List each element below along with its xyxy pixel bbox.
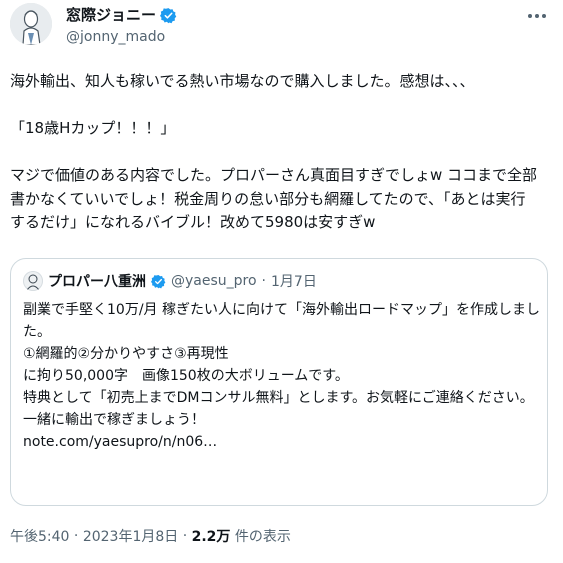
quoted-date: 1月7日 (271, 274, 317, 290)
tweet-time[interactable]: 午後5:40 (10, 526, 69, 546)
quoted-user-display-name: プロパー八重洲 (48, 274, 146, 290)
quoted-tweet-text: 副業で手堅く10万/月 稼ぎたい人に向けて「海外輸出ロードマップ」を作成しました… (23, 302, 540, 450)
more-options-icon[interactable] (525, 6, 549, 26)
user-display-name[interactable]: 窓際ジョニー (66, 6, 156, 24)
view-count: 2.2万 (191, 529, 231, 545)
tweet-meta: 午後5:40 · 2023年1月8日 · 2.2万 件の表示 (10, 526, 291, 546)
quoted-user-handle: @yaesu_pro (171, 273, 257, 289)
meta-separator: · (178, 528, 192, 544)
avatar-illustration-icon (10, 3, 52, 45)
quoted-tweet[interactable]: プロパー八重洲 @yaesu_pro · 1月7日 副業で手堅く10万/月 稼ぎ… (10, 258, 548, 506)
tweet-date[interactable]: 2023年1月8日 (83, 526, 178, 546)
user-avatar[interactable] (10, 3, 52, 45)
quoted-user-avatar (23, 271, 43, 291)
quoted-verified-badge-icon (151, 274, 166, 289)
verified-badge-icon (160, 7, 177, 24)
tweet-text: 海外輸出、知人も稼いでる熱い市場なので購入しました。感想は、、、 「18歳Hカッ… (10, 72, 538, 231)
user-handle[interactable]: @jonny_mado (66, 28, 165, 46)
view-count-label: 件の表示 (230, 529, 291, 545)
quoted-separator: · (261, 273, 266, 289)
meta-separator: · (69, 528, 83, 544)
